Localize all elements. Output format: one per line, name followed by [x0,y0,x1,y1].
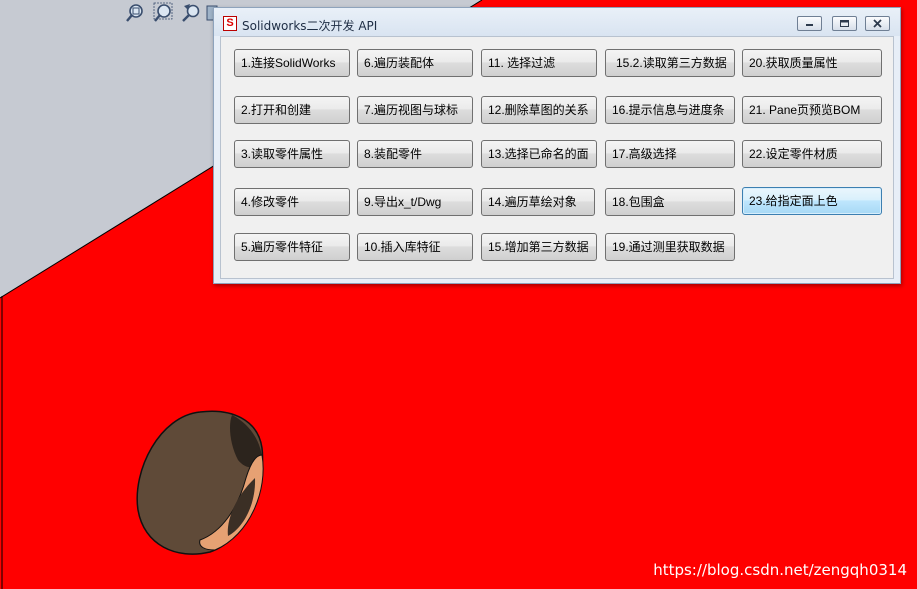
close-icon [873,19,882,28]
btn-message-and-progress[interactable]: 16.提示信息与进度条 [605,96,735,124]
minimize-button[interactable] [797,16,822,31]
btn-traverse-sketch-objects[interactable]: 14.遍历草绘对象 [481,188,595,216]
btn-modify-part[interactable]: 4.修改零件 [234,188,350,216]
btn-read-part-properties[interactable]: 3.读取零件属性 [234,140,350,168]
dialog-titlebar[interactable]: S Solidworks二次开发 API [214,8,900,36]
btn-insert-library-feature[interactable]: 10.插入库特征 [357,233,473,261]
api-demo-dialog: S Solidworks二次开发 API 1.连接SolidWorks 6.遍历… [213,7,901,284]
btn-traverse-part-features[interactable]: 5.遍历零件特征 [234,233,350,261]
watermark-text: https://blog.csdn.net/zengqh0314 [653,561,907,579]
dialog-title: Solidworks二次开发 API [242,19,378,33]
btn-color-specified-face[interactable]: 23.给指定面上色 [742,187,882,215]
btn-set-part-material[interactable]: 22.设定零件材质 [742,140,882,168]
previous-view-icon[interactable] [180,2,202,24]
btn-connect-solidworks[interactable]: 1.连接SolidWorks [234,49,350,77]
dialog-client-area: 1.连接SolidWorks 6.遍历装配体 11. 选择过滤 15.2.读取第… [220,36,894,279]
zoom-to-area-icon[interactable] [152,2,174,24]
maximize-button[interactable] [832,16,857,31]
maximize-icon [840,20,849,27]
btn-advanced-selection[interactable]: 17.高级选择 [605,140,735,168]
btn-add-third-party-data[interactable]: 15.增加第三方数据 [481,233,597,261]
close-button[interactable] [865,16,890,31]
btn-bounding-box[interactable]: 18.包围盒 [605,188,735,216]
btn-assemble-part[interactable]: 8.装配零件 [357,140,473,168]
btn-select-named-face[interactable]: 13.选择已命名的面 [481,140,597,168]
minimize-icon [806,24,813,26]
solidworks-app-icon: S [223,16,237,31]
btn-get-mass-properties[interactable]: 20.获取质量属性 [742,49,882,77]
btn-open-and-create[interactable]: 2.打开和创建 [234,96,350,124]
btn-pane-bom-preview[interactable]: 21. Pane页预览BOM [742,96,882,124]
btn-traverse-views-balloons[interactable]: 7.遍历视图与球标 [357,96,473,124]
btn-read-third-party-data[interactable]: 15.2.读取第三方数据 [605,49,735,77]
btn-get-data-by-measure[interactable]: 19.通过测里获取数据 [605,233,735,261]
btn-delete-sketch-relations[interactable]: 12.删除草图的关系 [481,96,597,124]
btn-traverse-assembly[interactable]: 6.遍历装配体 [357,49,473,77]
btn-selection-filter[interactable]: 11. 选择过滤 [481,49,597,77]
btn-export-xt-dwg[interactable]: 9.导出x_t/Dwg [357,188,473,216]
zoom-to-fit-icon[interactable] [124,2,146,24]
